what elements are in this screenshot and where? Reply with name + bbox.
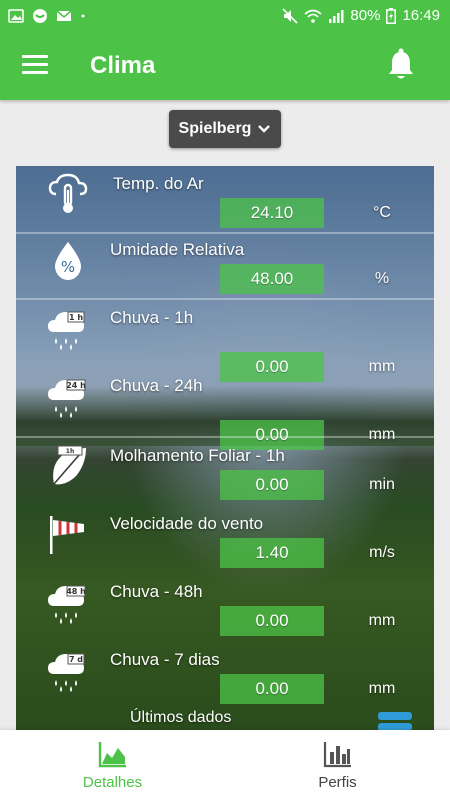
location-selected: Spielberg xyxy=(178,120,252,137)
rain-cloud-1h-icon: 1 h xyxy=(48,311,85,350)
reading-unit: °C xyxy=(373,204,391,221)
reading-unit: mm xyxy=(368,680,396,697)
reading-row-wind-speed: Velocidade do vento 1.40 m/s xyxy=(16,506,434,574)
wifi-icon xyxy=(304,9,322,23)
svg-text:1 h: 1 h xyxy=(69,313,83,322)
rain-cloud-7d-icon: 7 d xyxy=(48,653,85,692)
reading-row-rain-48h: 48 h Chuva - 48h 0.00 mm xyxy=(16,574,434,642)
rain-cloud-48h-icon: 48 h xyxy=(48,585,86,624)
rain-cloud-24h-icon: 24 h xyxy=(48,379,86,418)
reading-label: Molhamento Foliar - 1h xyxy=(110,446,285,465)
status-bar: 80% 16:49 xyxy=(0,0,450,33)
reading-row-rain-1h: 1 h Chuva - 1h 0.00 mm xyxy=(16,300,434,382)
reading-value: 1.40 xyxy=(220,538,324,568)
reading-label: Chuva - 48h xyxy=(110,582,203,601)
nav-tab-label: Detalhes xyxy=(82,774,143,791)
reading-row-relative-humidity: % Umidade Relativa 48.00 % xyxy=(16,232,434,300)
notifications-button[interactable] xyxy=(386,47,416,83)
reading-row-rain-24h: 24 h Chuva - 24h 0.00 mm xyxy=(16,368,434,450)
dot-icon xyxy=(81,14,85,18)
weather-panel: Temp. do Ar 24.10 °C % Umidade Relativa … xyxy=(16,166,434,730)
nav-tab-label: Perfis xyxy=(318,774,357,791)
database-icon[interactable] xyxy=(378,712,412,730)
reading-value: 48.00 xyxy=(220,264,324,294)
battery-charging-icon xyxy=(386,7,397,24)
reading-value: 24.10 xyxy=(220,198,324,228)
reading-value: 0.00 xyxy=(220,470,324,500)
reading-unit: m/s xyxy=(369,544,395,561)
clock: 16:49 xyxy=(402,7,440,24)
nav-tab-perfis[interactable]: Perfis xyxy=(225,730,450,800)
reading-value: 0.00 xyxy=(220,606,324,636)
battery-percent: 80% xyxy=(350,7,381,24)
bell-icon xyxy=(389,48,413,79)
location-dropdown[interactable]: Spielberg xyxy=(169,110,281,148)
app-bar: Clima xyxy=(0,33,450,100)
reading-label: Umidade Relativa xyxy=(110,240,245,259)
reading-row-air-temperature: Temp. do Ar 24.10 °C xyxy=(16,166,434,234)
reading-label: Temp. do Ar xyxy=(113,174,204,193)
mute-icon xyxy=(282,7,298,24)
reading-unit: % xyxy=(374,270,390,287)
leaf-wetness-icon: 1h xyxy=(53,445,86,485)
image-notification-icon xyxy=(8,9,24,23)
last-data-label: Últimos dados xyxy=(130,709,232,726)
svg-text:24 h: 24 h xyxy=(66,381,86,390)
svg-text:1h: 1h xyxy=(66,448,74,455)
app-notification-icon xyxy=(33,9,47,23)
signal-icon xyxy=(329,9,344,23)
reading-label: Chuva - 7 dias xyxy=(110,650,220,669)
area-chart-icon xyxy=(98,742,126,768)
reading-value: 0.00 xyxy=(220,674,324,704)
svg-text:%: % xyxy=(61,258,75,276)
nav-tab-detalhes[interactable]: Detalhes xyxy=(0,730,225,800)
svg-text:48 h: 48 h xyxy=(66,587,86,596)
reading-row-leaf-wetness: 1h Molhamento Foliar - 1h 0.00 min xyxy=(16,438,434,506)
reading-label: Velocidade do vento xyxy=(110,514,264,533)
menu-button[interactable] xyxy=(22,53,48,77)
reading-row-rain-7d: 7 d Chuva - 7 dias 0.00 mm xyxy=(16,642,434,710)
svg-text:7 d: 7 d xyxy=(69,655,83,664)
windsock-icon xyxy=(50,516,84,554)
reading-unit: min xyxy=(369,476,395,493)
thermometer-cloud-icon xyxy=(48,173,88,213)
bottom-navigation: Detalhes Perfis xyxy=(0,730,450,800)
humidity-drop-icon: % xyxy=(55,242,81,280)
reading-unit: mm xyxy=(368,612,396,629)
reading-label: Chuva - 24h xyxy=(110,376,203,395)
page-title: Clima xyxy=(90,52,156,79)
chevron-down-icon xyxy=(258,125,271,133)
reading-label: Chuva - 1h xyxy=(110,308,194,327)
mail-notification-icon xyxy=(56,10,72,21)
bar-chart-icon xyxy=(323,742,351,768)
